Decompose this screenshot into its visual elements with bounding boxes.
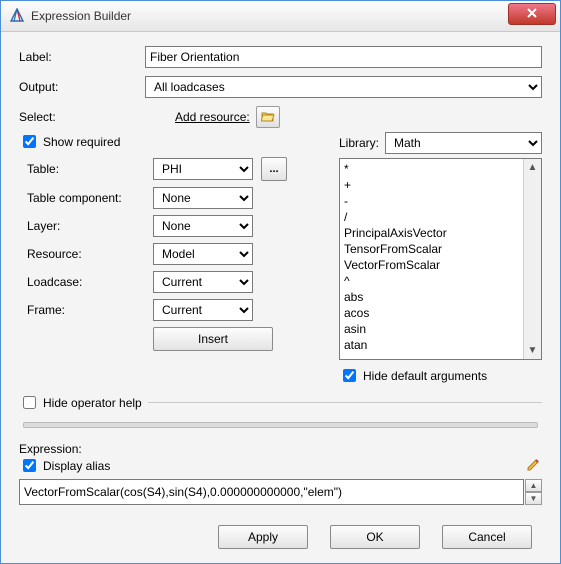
display-alias-label: Display alias: [43, 459, 110, 473]
library-item[interactable]: PrincipalAxisVector: [344, 225, 519, 241]
label-input[interactable]: [145, 46, 542, 68]
select-panel: Show required Table: PHI ... Table compo…: [19, 132, 321, 385]
hide-default-args-label: Hide default arguments: [363, 369, 487, 383]
table-component-combo[interactable]: None: [153, 187, 253, 209]
scroll-down-icon[interactable]: ▼: [526, 344, 539, 357]
resource-label: Resource:: [19, 247, 153, 261]
expression-spin: ▲ ▼: [525, 479, 542, 505]
library-panel: Library: Math *+-/PrincipalAxisVectorTen…: [339, 132, 542, 385]
library-listbox[interactable]: *+-/PrincipalAxisVectorTensorFromScalarV…: [339, 158, 542, 360]
hide-operator-help-checkbox[interactable]: [23, 396, 36, 409]
library-item[interactable]: *: [344, 161, 519, 177]
folder-open-icon: [261, 110, 275, 125]
display-alias-checkbox[interactable]: [23, 459, 36, 472]
ellipsis-icon: ...: [269, 163, 278, 175]
dialog-body: Label: Output: All loadcases Select: Add…: [1, 32, 560, 563]
apply-button[interactable]: Apply: [218, 525, 308, 549]
scroll-up-icon[interactable]: ▲: [526, 161, 539, 174]
library-item[interactable]: VectorFromScalar: [344, 257, 519, 273]
expression-builder-window: Expression Builder Label: Output: All lo…: [0, 0, 561, 564]
select-label: Select:: [19, 110, 145, 124]
label-label: Label:: [19, 50, 145, 64]
scrollbar[interactable]: ▲ ▼: [523, 159, 541, 359]
hide-operator-help-label: Hide operator help: [43, 396, 142, 410]
library-item[interactable]: TensorFromScalar: [344, 241, 519, 257]
frame-combo[interactable]: Current: [153, 299, 253, 321]
help-slider[interactable]: [23, 422, 538, 428]
close-button[interactable]: [508, 3, 556, 25]
loadcase-combo[interactable]: Current: [153, 271, 253, 293]
insert-button[interactable]: Insert: [153, 327, 273, 351]
library-item[interactable]: acos: [344, 305, 519, 321]
app-icon: [9, 8, 25, 24]
titlebar: Expression Builder: [1, 1, 560, 32]
output-label: Output:: [19, 80, 145, 94]
expression-label: Expression:: [19, 442, 542, 456]
expression-input[interactable]: [19, 479, 524, 505]
table-browse-button[interactable]: ...: [261, 157, 287, 181]
library-item[interactable]: /: [344, 209, 519, 225]
expression-spin-down[interactable]: ▼: [525, 492, 542, 505]
close-icon: [526, 7, 538, 21]
resource-combo[interactable]: Model: [153, 243, 253, 265]
show-required-checkbox[interactable]: [23, 135, 36, 148]
separator: [148, 402, 542, 403]
library-item[interactable]: +: [344, 177, 519, 193]
library-item[interactable]: atan: [344, 337, 519, 353]
library-label: Library:: [339, 136, 379, 150]
add-resource-button[interactable]: [256, 106, 280, 128]
library-item[interactable]: -: [344, 193, 519, 209]
add-resource-link[interactable]: Add resource:: [175, 110, 250, 124]
frame-label: Frame:: [19, 303, 153, 317]
pencil-icon: [525, 456, 541, 475]
table-combo[interactable]: PHI: [153, 158, 253, 180]
library-item[interactable]: abs: [344, 289, 519, 305]
library-item[interactable]: asin: [344, 321, 519, 337]
layer-label: Layer:: [19, 219, 153, 233]
output-combo[interactable]: All loadcases: [145, 76, 542, 98]
edit-expression-button[interactable]: [524, 457, 542, 475]
library-combo[interactable]: Math: [385, 132, 542, 154]
expression-spin-up[interactable]: ▲: [525, 479, 542, 492]
table-component-label: Table component:: [19, 191, 153, 205]
library-item[interactable]: ^: [344, 273, 519, 289]
show-required-label: Show required: [43, 135, 120, 149]
table-label: Table:: [19, 162, 153, 176]
cancel-button[interactable]: Cancel: [442, 525, 532, 549]
loadcase-label: Loadcase:: [19, 275, 153, 289]
ok-button[interactable]: OK: [330, 525, 420, 549]
hide-default-args-checkbox[interactable]: [343, 369, 356, 382]
window-title: Expression Builder: [31, 9, 131, 23]
layer-combo[interactable]: None: [153, 215, 253, 237]
